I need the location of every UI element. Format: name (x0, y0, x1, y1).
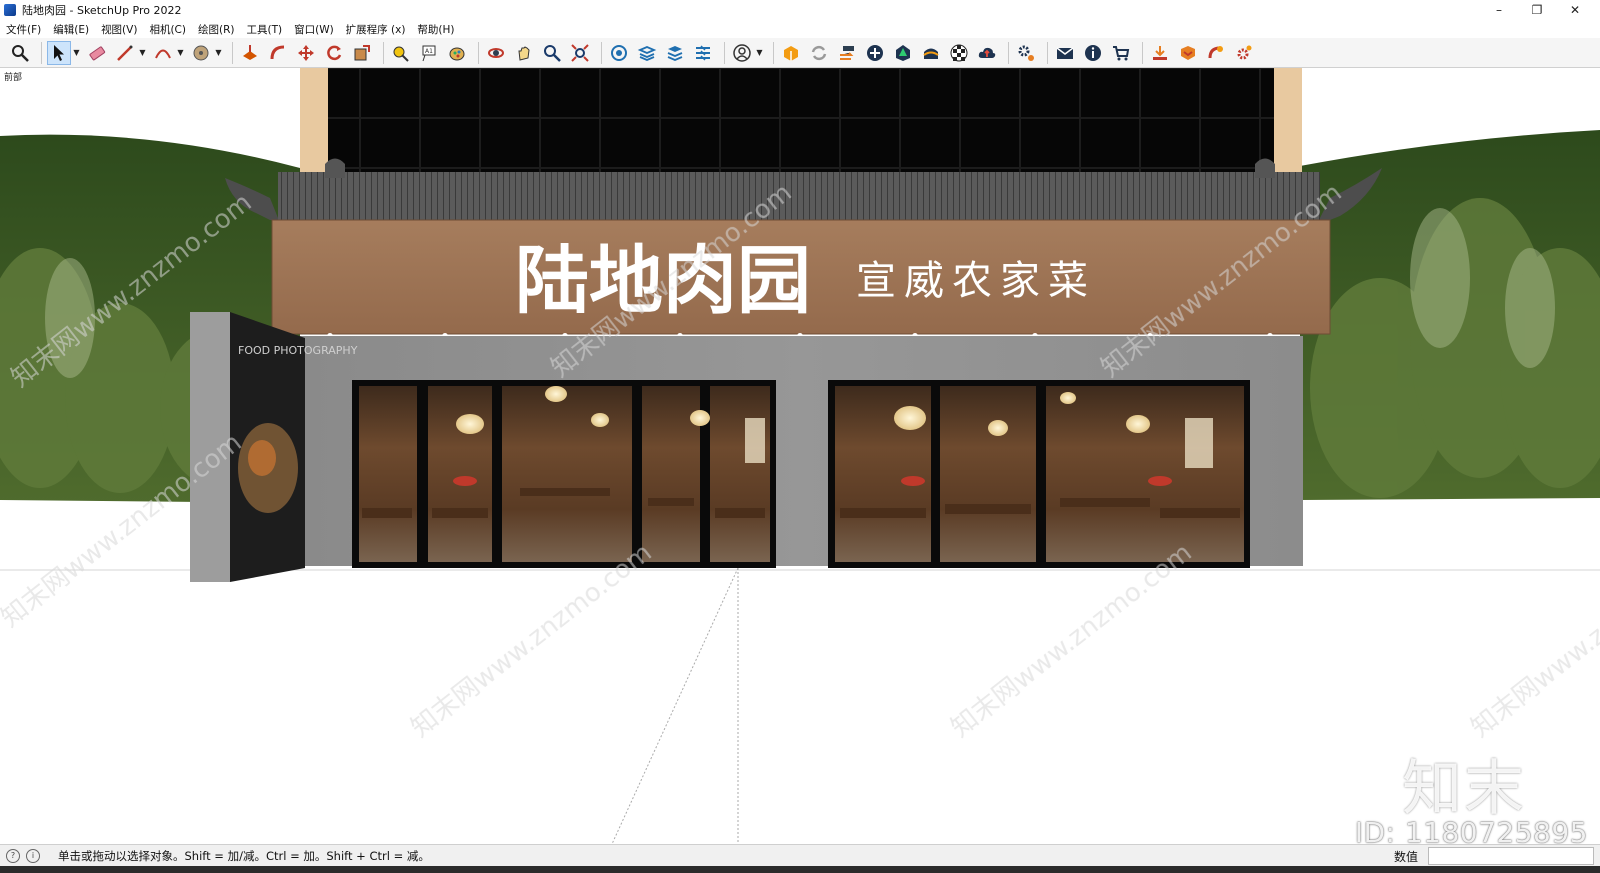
menu-view[interactable]: 视图(V) (101, 22, 137, 37)
settings-icon[interactable] (1014, 41, 1038, 65)
sandbox-icon[interactable] (919, 41, 943, 65)
ruby-icon[interactable] (1204, 41, 1228, 65)
scale-icon[interactable] (350, 41, 374, 65)
extension-warehouse-icon[interactable] (779, 41, 803, 65)
taskbar-strip (0, 866, 1600, 873)
layers-icon[interactable] (635, 41, 659, 65)
menu-draw[interactable]: 绘图(R) (198, 22, 235, 37)
menu-file[interactable]: 文件(F) (6, 22, 41, 37)
menu-help[interactable]: 帮助(H) (417, 22, 454, 37)
status-hint: 单击或拖动以选择对象。Shift = 加/减。Ctrl = 加。Shift + … (58, 848, 430, 863)
menu-edit[interactable]: 编辑(E) (53, 22, 89, 37)
orbit-icon[interactable] (484, 41, 508, 65)
sign-sub-text: 宣威农家菜 (856, 258, 1096, 304)
push-pull-icon[interactable] (238, 41, 262, 65)
sketchup-window: 陆地肉园 - SketchUp Pro 2022 – ❐ ✕ 文件(F) 编辑(… (0, 0, 1600, 873)
chevron-down-icon[interactable]: ▼ (755, 41, 764, 65)
roof-ridge-left (325, 158, 345, 178)
main-toolbar: ▼ ▼ ▼ ▼ A1 ▼ (0, 38, 1600, 68)
pan-icon[interactable] (512, 41, 536, 65)
chevron-down-icon[interactable]: ▼ (72, 41, 81, 65)
component-icon[interactable] (607, 41, 631, 65)
rotate-icon[interactable] (322, 41, 346, 65)
chevron-down-icon[interactable]: ▼ (176, 41, 185, 65)
close-button[interactable]: ✕ (1556, 0, 1594, 20)
gear-icon[interactable] (1232, 41, 1256, 65)
cart-icon[interactable] (1109, 41, 1133, 65)
roof-ridge-right (1255, 158, 1275, 178)
cloud-icon[interactable] (975, 41, 999, 65)
credits-icon[interactable]: i (26, 848, 40, 863)
poster-food-highlight (248, 440, 276, 476)
toolbar-separator (1142, 41, 1143, 64)
tree-icon[interactable] (891, 41, 915, 65)
toolbar-separator (41, 41, 42, 64)
paint-bucket-icon[interactable] (189, 41, 213, 65)
menu-extensions[interactable]: 扩展程序 (x) (346, 22, 406, 37)
zoom-extents-icon[interactable] (568, 41, 592, 65)
status-bar: ? i 单击或拖动以选择对象。Shift = 加/减。Ctrl = 加。Shif… (0, 844, 1600, 866)
menu-window[interactable]: 窗口(W) (294, 22, 334, 37)
measurements-label: 数值 (1394, 850, 1419, 864)
text-icon[interactable]: A1 (417, 41, 441, 65)
account-icon[interactable] (730, 41, 754, 65)
download-icon[interactable] (1148, 41, 1172, 65)
watermark-logo: 知末 (1402, 754, 1526, 824)
follow-me-icon[interactable] (266, 41, 290, 65)
model-viewport[interactable]: 陆地肉园 宣威农家菜 FOOD PHOTOGRAPHY 知末网www.znzmo… (0, 68, 1600, 844)
plugin-icon[interactable] (1176, 41, 1200, 65)
toolbar-separator (478, 41, 479, 64)
paint-icon[interactable] (445, 41, 469, 65)
outliner-icon[interactable] (691, 41, 715, 65)
window-group-right (828, 380, 1250, 568)
toolbar-separator (1047, 41, 1048, 64)
upper-glazing (328, 68, 1274, 178)
info-icon[interactable] (1081, 41, 1105, 65)
title-bar: 陆地肉园 - SketchUp Pro 2022 – ❐ ✕ (0, 0, 1600, 20)
arc-icon[interactable] (151, 41, 175, 65)
toolbar-separator (232, 41, 233, 64)
chevron-down-icon[interactable]: ▼ (138, 41, 147, 65)
move-icon[interactable] (294, 41, 318, 65)
toolbar-separator (724, 41, 725, 64)
mail-icon[interactable] (1053, 41, 1077, 65)
chevron-down-icon[interactable]: ▼ (214, 41, 223, 65)
zoom-icon[interactable] (540, 41, 564, 65)
select-icon[interactable] (47, 40, 71, 65)
scene-render: 陆地肉园 宣威农家菜 FOOD PHOTOGRAPHY 知末网www.znzmo… (0, 68, 1600, 844)
menu-bar: 文件(F) 编辑(E) 视图(V) 相机(C) 绘图(R) 工具(T) 窗口(W… (0, 20, 1600, 38)
line-icon[interactable] (113, 41, 137, 65)
menu-camera[interactable]: 相机(C) (149, 22, 186, 37)
add-icon[interactable] (863, 41, 887, 65)
tape-measure-icon[interactable] (389, 41, 413, 65)
eraser-icon[interactable] (85, 41, 109, 65)
sketchup-app-icon (4, 4, 16, 16)
svg-text:A1: A1 (425, 48, 433, 55)
sync-icon[interactable] (807, 41, 831, 65)
toolbar-separator (601, 41, 602, 64)
window-controls: – ❐ ✕ (1480, 0, 1594, 20)
poster-text: FOOD PHOTOGRAPHY (238, 344, 358, 357)
ground-plane (0, 566, 1600, 844)
maximize-button[interactable]: ❐ (1518, 0, 1556, 20)
geo-location-icon[interactable]: ? (6, 848, 20, 863)
export-icon[interactable] (835, 41, 859, 65)
window-title: 陆地肉园 - SketchUp Pro 2022 (22, 4, 182, 17)
scene-tab[interactable]: 前部 (4, 70, 22, 83)
toolbar-separator (773, 41, 774, 64)
window-group-left (352, 380, 776, 568)
checker-icon[interactable] (947, 41, 971, 65)
measurements-input[interactable] (1428, 847, 1594, 865)
toolbar-separator (1008, 41, 1009, 64)
minimize-button[interactable]: – (1480, 0, 1518, 20)
styles-icon[interactable] (663, 41, 687, 65)
zoom-window-icon[interactable] (8, 41, 32, 65)
roof-tiles (278, 172, 1320, 220)
toolbar-separator (383, 41, 384, 64)
menu-tools[interactable]: 工具(T) (246, 22, 282, 37)
